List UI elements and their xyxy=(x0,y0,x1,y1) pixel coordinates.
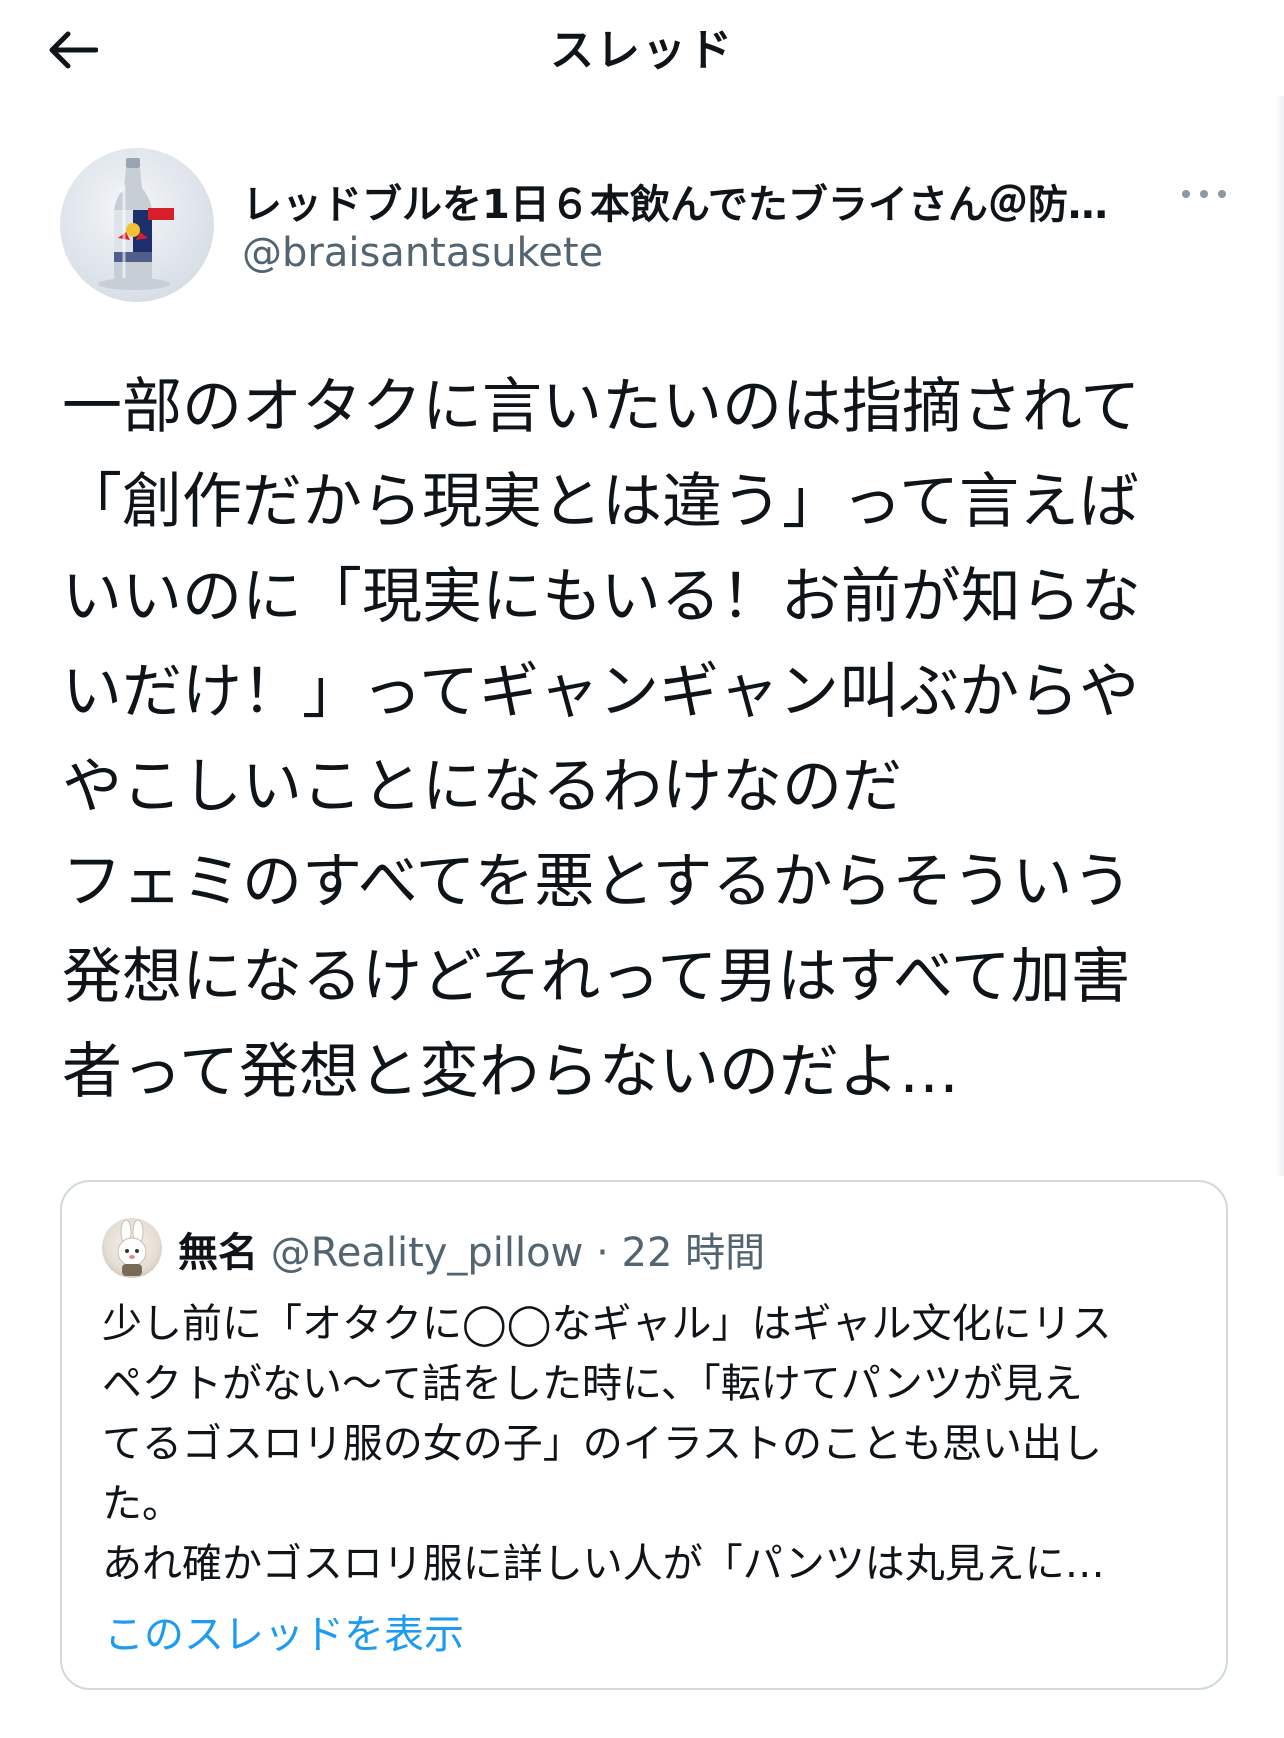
energy-drink-bottle-icon xyxy=(98,158,174,290)
quoted-author-avatar xyxy=(102,1218,162,1278)
more-dots-icon xyxy=(1182,190,1226,198)
quoted-tweet-text: 少し前に「オタクに◯◯なギャル」はギャル文化にリス ペクトがない〜て話をした時に… xyxy=(102,1301,1112,1587)
tweet-text: 一部のオタクに言いたいのは指摘されて 「創作だから現実とは違う」って言えば いい… xyxy=(62,372,1141,1107)
page-title: スレッド xyxy=(550,25,734,76)
show-thread-link[interactable]: このスレッドを表示 xyxy=(104,1602,464,1660)
author-handle[interactable]: @braisantasukete xyxy=(242,230,603,276)
quoted-author-name: 無名 xyxy=(178,1230,258,1276)
author-display-name[interactable]: レッドブルを1日６本飲んでたブライさん＠防… xyxy=(242,172,1222,230)
separator-dot: · xyxy=(596,1230,609,1276)
quoted-tweet-time: 22 時間 xyxy=(621,1230,766,1276)
author-avatar[interactable] xyxy=(60,148,214,302)
tweet-author: レッドブルを1日６本飲んでたブライさん＠防… @braisantasukete xyxy=(60,148,1230,308)
quoted-tweet-header: 無名 @Reality_pillow · 22 時間 xyxy=(178,1220,765,1278)
more-options-button[interactable] xyxy=(1178,182,1230,206)
rabbit-mascot-icon xyxy=(117,1219,147,1276)
quoted-author-handle: @Reality_pillow xyxy=(270,1230,584,1276)
quoted-tweet-card[interactable]: 無名 @Reality_pillow · 22 時間 少し前に「オタクに◯◯なギ… xyxy=(60,1180,1228,1690)
scrollbar-track xyxy=(1276,96,1284,1176)
top-navigation-bar: スレッド xyxy=(0,0,1284,96)
